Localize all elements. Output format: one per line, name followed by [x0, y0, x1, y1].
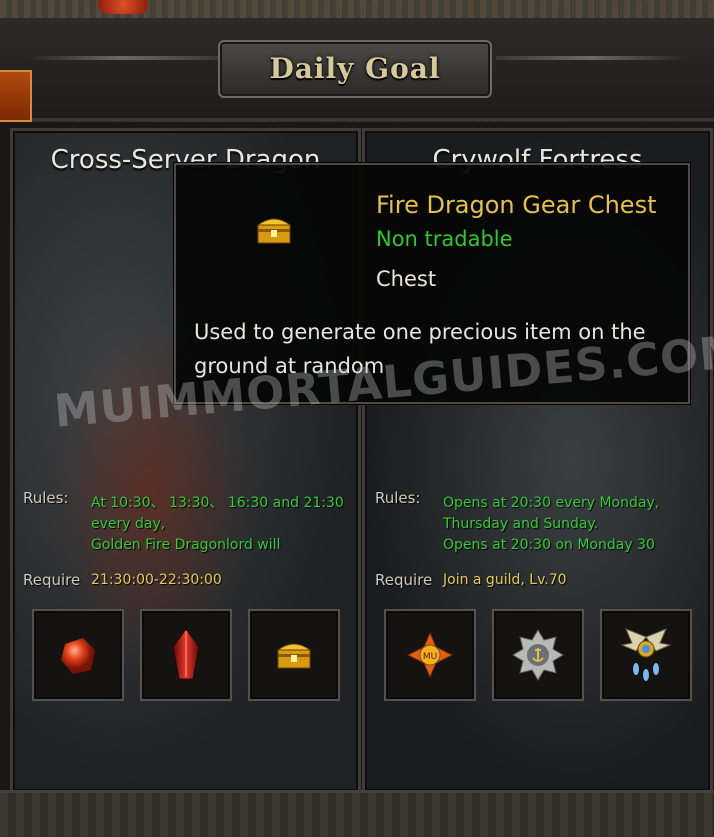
- window-title: Daily Goal: [269, 52, 441, 85]
- title-plate: Daily Goal: [218, 40, 492, 98]
- require-label: Require: [23, 571, 81, 589]
- reward-slot[interactable]: [248, 609, 340, 701]
- rules-text: At 10:30、 13:30、 16:30 and 21:30 every d…: [91, 493, 344, 556]
- tooltip-item-name: Fire Dragon Gear Chest: [376, 191, 657, 219]
- rules-line: At 10:30、 13:30、 16:30 and 21:30: [91, 495, 344, 511]
- mu-emblem-icon: MU: [406, 631, 454, 679]
- right-flourish: [496, 56, 686, 60]
- bottom-border: [0, 790, 714, 837]
- red-crystal-icon: [172, 628, 200, 680]
- rules-line: Opens at 20:30 on Monday 30: [443, 537, 655, 553]
- rules-label: Rules:: [375, 489, 421, 507]
- golden-chest-icon: [256, 218, 292, 244]
- left-flourish: [28, 56, 218, 60]
- tooltip-item-type: Chest: [376, 267, 437, 291]
- red-gem-ornament: [98, 0, 148, 14]
- reward-slot[interactable]: [600, 609, 692, 701]
- rules-line: Thursday and Sunday.: [443, 516, 599, 532]
- golden-chest-icon: [276, 643, 312, 669]
- reward-slot[interactable]: [140, 609, 232, 701]
- require-value: 21:30:00-22:30:00: [91, 572, 222, 588]
- game-window: Daily Goal Cross-Server Dragon Rules: At…: [0, 0, 714, 837]
- rules-line: every day,: [91, 516, 166, 532]
- reward-slot[interactable]: MU: [384, 609, 476, 701]
- red-ore-icon: [61, 638, 95, 674]
- rules-label: Rules:: [23, 489, 69, 507]
- tooltip-tradability: Non tradable: [376, 227, 513, 251]
- tooltip-item-icon: [254, 213, 294, 251]
- side-tab-button[interactable]: [0, 70, 32, 122]
- silver-anchor-badge-icon: [512, 629, 564, 681]
- winged-pendant-icon: [620, 628, 672, 681]
- require-value: Join a guild, Lv.70: [443, 572, 567, 588]
- svg-text:MU: MU: [423, 652, 437, 662]
- require-label: Require: [375, 571, 433, 589]
- rules-line: Opens at 20:30 every Monday,: [443, 495, 660, 511]
- header-bar: Daily Goal: [0, 18, 714, 121]
- reward-slot[interactable]: [32, 609, 124, 701]
- rules-text: Opens at 20:30 every Monday, Thursday an…: [443, 493, 659, 556]
- rules-line: Golden Fire Dragonlord will: [91, 537, 281, 553]
- reward-slot[interactable]: [492, 609, 584, 701]
